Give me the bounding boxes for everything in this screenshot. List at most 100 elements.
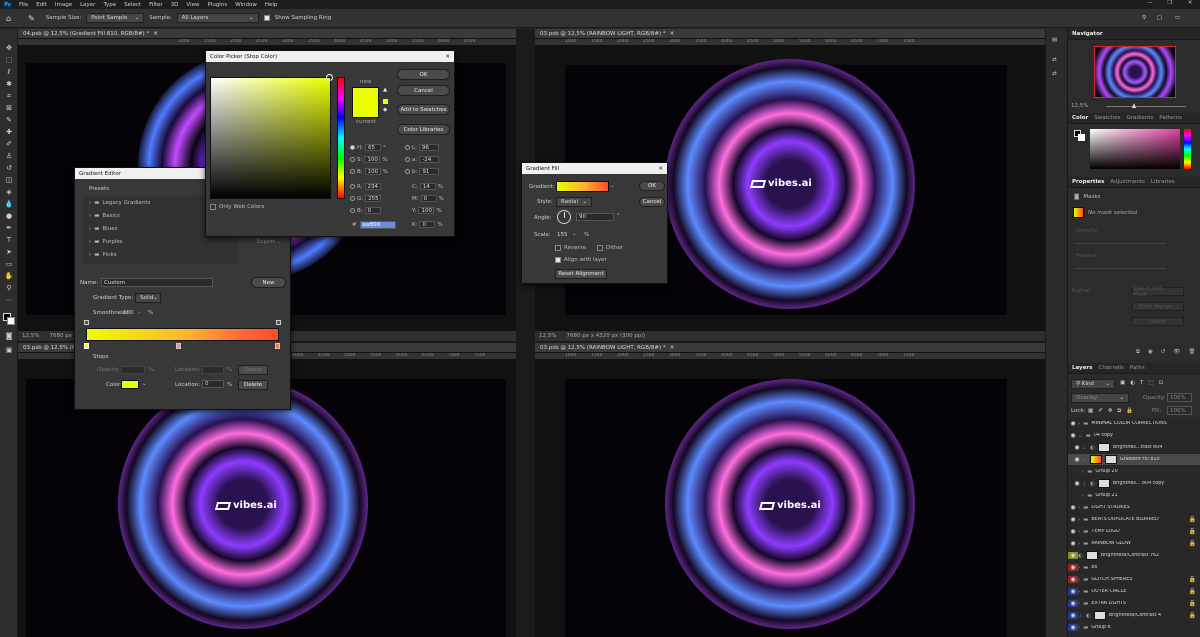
red-radio[interactable]: [350, 184, 355, 189]
sample-select[interactable]: All Layers ⌄: [176, 13, 259, 23]
layer-row[interactable]: ◉ › ▬ LIGHT STROKES: [1068, 502, 1200, 514]
export-button[interactable]: Export...: [257, 239, 280, 245]
chevron-down-icon[interactable]: ⌄: [1078, 433, 1083, 439]
close-icon[interactable]: ✕: [670, 31, 675, 37]
adjust-icon[interactable]: ⇄: [1052, 57, 1057, 63]
dropdown-chevron-icon[interactable]: ›: [138, 310, 140, 316]
rectangle-tool-icon[interactable]: ▭: [3, 259, 15, 269]
menu-layer[interactable]: Layer: [76, 2, 99, 8]
angle-input[interactable]: 90: [576, 213, 614, 221]
hex-input[interactable]: eaff00: [359, 221, 396, 229]
gradient-preview[interactable]: [556, 181, 609, 192]
mask-thumbnail[interactable]: [1085, 551, 1098, 560]
pen-tool-icon[interactable]: ✒: [3, 223, 15, 233]
ok-button[interactable]: OK: [639, 181, 665, 191]
type-filter-icon[interactable]: T: [1140, 380, 1143, 386]
eye-icon[interactable]: ◉: [1068, 516, 1078, 523]
chevron-right-icon[interactable]: ›: [1078, 601, 1080, 607]
tab-document-2[interactable]: 03.psb @ 12,5% (RAINBOW LIGHT, RGB/8#) *…: [535, 29, 1045, 39]
fill-input[interactable]: 100%: [1167, 406, 1192, 415]
eye-icon[interactable]: ◉: [1068, 564, 1078, 571]
delete-opacity-stop-button[interactable]: Delete: [238, 365, 268, 375]
lab-b-radio[interactable]: [405, 169, 410, 174]
magenta-input[interactable]: 0: [420, 195, 437, 202]
align-checkbox[interactable]: [555, 257, 561, 263]
zoom-slider[interactable]: [1106, 106, 1186, 107]
reset-icon[interactable]: ↺: [1161, 349, 1166, 356]
chevron-down-icon[interactable]: ⌄: [572, 231, 577, 237]
navigator-zoom[interactable]: 12,5%: [1071, 103, 1088, 109]
tab-navigator[interactable]: Navigator: [1072, 31, 1103, 37]
lab-a-radio[interactable]: [405, 157, 410, 162]
tab-paths[interactable]: Paths: [1130, 365, 1145, 371]
new-button[interactable]: New: [251, 277, 286, 288]
chevron-down-icon[interactable]: ⌄: [610, 183, 615, 189]
healing-tool-icon[interactable]: ✚: [3, 127, 15, 137]
menu-filter[interactable]: Filter: [145, 2, 167, 8]
smoothness-value[interactable]: 100: [123, 310, 134, 316]
color-stop[interactable]: [176, 343, 181, 349]
lock-paint-icon[interactable]: ✐: [1098, 408, 1103, 415]
layer-row[interactable]: ◉ › ▬ BEATS DUPLICATE BLURRED 🔒: [1068, 514, 1200, 526]
menu-file[interactable]: File: [15, 2, 32, 8]
navigator-preview[interactable]: [1094, 46, 1176, 98]
eye-icon[interactable]: 👁: [1173, 349, 1180, 356]
layer-row[interactable]: ◉ ◐ Brightness/Contrast 762: [1068, 550, 1200, 562]
blue-radio[interactable]: [350, 208, 355, 213]
menu-help[interactable]: Help: [261, 2, 282, 8]
type-tool-icon[interactable]: T: [3, 235, 15, 245]
layer-row[interactable]: › ▬ Group 20: [1068, 466, 1200, 478]
add-to-swatches-button[interactable]: Add to Swatches: [397, 104, 450, 115]
eye-icon[interactable]: ◉: [1068, 504, 1078, 511]
angle-dial[interactable]: [557, 210, 571, 224]
tab-libraries[interactable]: Libraries: [1151, 179, 1175, 185]
saturation-radio[interactable]: [350, 157, 355, 162]
blend-mode-select[interactable]: Overlay ⌄: [1071, 393, 1129, 403]
current-color-preview[interactable]: [352, 103, 379, 118]
chevron-right-icon[interactable]: ›: [1082, 469, 1084, 475]
crop-tool-icon[interactable]: ⌗: [3, 91, 15, 101]
share-icon[interactable]: ▢: [1157, 15, 1162, 21]
eye-icon[interactable]: ◉: [1068, 528, 1078, 535]
gradient-fill-thumbnail[interactable]: [1073, 207, 1084, 218]
preset-folder[interactable]: › ▬ Pinks: [89, 252, 117, 258]
tab-adjustments[interactable]: Adjustments: [1110, 179, 1144, 185]
chevron-right-icon[interactable]: ›: [1078, 529, 1080, 535]
lab-l-input[interactable]: 96: [418, 144, 439, 151]
chevron-right-icon[interactable]: ›: [1078, 517, 1080, 523]
hue-slider[interactable]: [337, 77, 345, 199]
chevron-right-icon[interactable]: ›: [1078, 577, 1080, 583]
brightness-input[interactable]: 100: [364, 168, 381, 175]
hand-tool-icon[interactable]: ✋: [3, 271, 15, 281]
web-safe-icon[interactable]: ◆: [383, 107, 387, 113]
eye-icon[interactable]: ◉: [1072, 456, 1082, 463]
eyedropper-tool-icon[interactable]: ✎: [3, 115, 15, 125]
eye-icon[interactable]: ◉: [1068, 588, 1078, 595]
chevron-right-icon[interactable]: ›: [1078, 505, 1080, 511]
trash-icon[interactable]: 🗑: [1188, 349, 1195, 356]
location-input[interactable]: [202, 366, 224, 374]
layer-row[interactable]: ◉ › ▬ Group 6: [1068, 622, 1200, 634]
chevron-right-icon[interactable]: ›: [1078, 589, 1080, 595]
menu-plugins[interactable]: Plugins: [203, 2, 231, 8]
reset-alignment-button[interactable]: Reset Alignment: [555, 269, 607, 279]
shape-filter-icon[interactable]: ⬚: [1148, 380, 1153, 386]
yellow-input[interactable]: 100: [418, 207, 435, 214]
gamut-warning-icon[interactable]: ▲: [383, 87, 387, 93]
green-radio[interactable]: [350, 196, 355, 201]
layer-row[interactable]: ◉ › ▬ GLITCH SPHERES 🔒: [1068, 574, 1200, 586]
lab-b-input[interactable]: 91: [419, 168, 440, 175]
chevron-right-icon[interactable]: ›: [1078, 421, 1080, 427]
ok-button[interactable]: OK: [397, 69, 450, 80]
tab-swatches[interactable]: Swatches: [1094, 115, 1120, 121]
eye-icon[interactable]: ◉: [1068, 624, 1078, 631]
layer-filter-select[interactable]: ⚲ Kind ⌄: [1071, 379, 1115, 389]
color-stop-selected[interactable]: [84, 343, 89, 349]
path-select-icon[interactable]: ➤: [3, 247, 15, 257]
chevron-down-icon[interactable]: ⌄: [142, 381, 147, 387]
workspace-icon[interactable]: ▭: [1175, 15, 1180, 21]
color-location-input[interactable]: 0: [202, 380, 224, 388]
cancel-button[interactable]: Cancel: [397, 85, 450, 96]
mask-thumbnail[interactable]: [1105, 455, 1117, 464]
paragraph-icon[interactable]: ⇄: [1052, 71, 1057, 77]
